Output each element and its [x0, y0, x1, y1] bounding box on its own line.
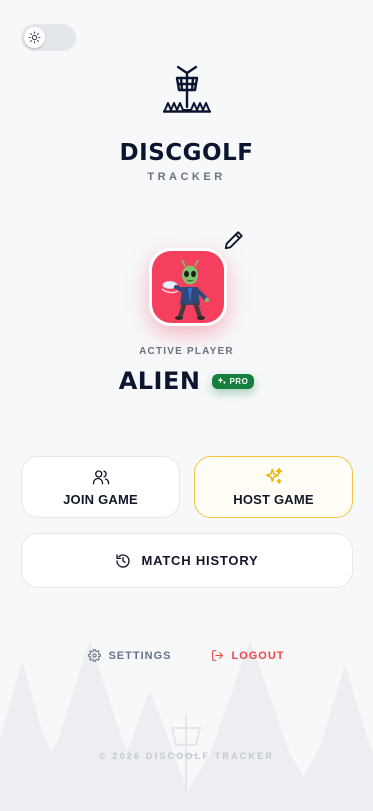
join-game-label: JOIN GAME — [63, 491, 138, 507]
sparkles-icon — [265, 467, 282, 484]
pro-badge: PRO — [212, 373, 255, 389]
copyright-text: © 2026 DISCGOLF TRACKER — [98, 751, 275, 761]
gear-icon — [88, 649, 102, 662]
theme-toggle[interactable] — [21, 24, 76, 51]
background-trees-illustration — [0, 640, 373, 811]
history-icon — [116, 553, 131, 568]
join-game-button[interactable]: JOIN GAME — [21, 456, 180, 518]
active-player-label: ACTIVE PLAYER — [139, 346, 234, 357]
player-row: ALIEN PRO — [0, 367, 373, 395]
alien-avatar-image — [152, 251, 224, 323]
footer-links: SETTINGS LOGOUT — [0, 649, 373, 662]
pencil-icon[interactable] — [223, 229, 245, 251]
settings-label: SETTINGS — [108, 649, 172, 662]
player-name: ALIEN — [118, 367, 201, 395]
settings-link[interactable]: SETTINGS — [88, 649, 171, 662]
app-title: DISCGOLF — [119, 140, 254, 166]
host-game-label: HOST GAME — [233, 492, 314, 507]
users-icon — [92, 469, 109, 484]
sparkle-icon — [218, 377, 227, 385]
match-history-button[interactable]: MATCH HISTORY — [21, 533, 353, 588]
logout-icon — [212, 650, 224, 661]
sun-icon — [24, 27, 45, 48]
host-game-button[interactable]: HOST GAME — [194, 456, 353, 518]
match-history-label: MATCH HISTORY — [141, 553, 259, 568]
app-subtitle: TRACKER — [147, 171, 226, 183]
logout-label: LOGOUT — [231, 649, 285, 662]
disc-golf-basket-icon — [163, 65, 211, 113]
logout-link[interactable]: LOGOUT — [211, 649, 284, 662]
pro-badge-label: PRO — [229, 376, 249, 386]
avatar[interactable] — [149, 248, 227, 326]
